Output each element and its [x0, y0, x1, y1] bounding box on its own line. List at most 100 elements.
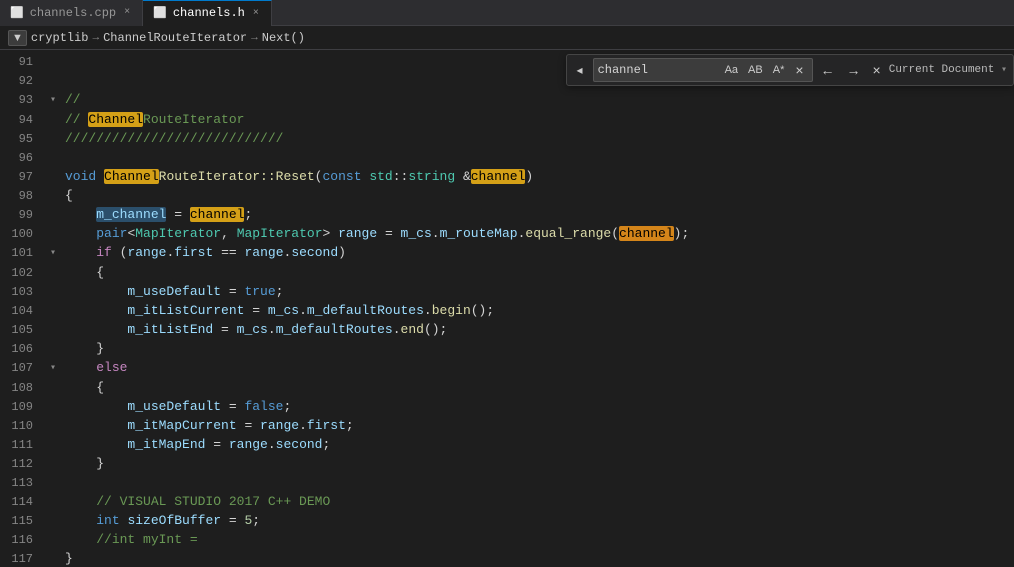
find-scope-label: Current Document ▾	[889, 64, 1007, 76]
editor-main: ◂ Aa AB A* × ← → × Current Document ▾	[0, 50, 1014, 567]
line-content: if (range.first == range.second)	[61, 243, 1014, 263]
fold-indicator[interactable]: ▾	[45, 90, 61, 110]
line-number: 103	[0, 282, 45, 301]
line-content: // VISUAL STUDIO 2017 C++ DEMO	[61, 492, 1014, 511]
line-content: // ChannelRouteIterator	[61, 110, 1014, 129]
line-number: 92	[0, 71, 45, 90]
table-row: 105 m_itListEnd = m_cs.m_defaultRoutes.e…	[0, 320, 1014, 339]
line-number: 96	[0, 148, 45, 167]
breadcrumb-file-label: cryptlib	[31, 31, 89, 45]
line-content: {	[61, 378, 1014, 397]
line-content: m_useDefault = false;	[61, 397, 1014, 416]
fold-indicator	[45, 148, 61, 167]
code-scroll[interactable]: 91 92 93 ▾ // 94	[0, 50, 1014, 567]
cpp-file-icon: ⬜	[10, 6, 24, 20]
breadcrumb-class[interactable]: ChannelRouteIterator	[103, 31, 247, 45]
breadcrumb-sep1: →	[93, 32, 100, 44]
line-number: 91	[0, 52, 45, 71]
find-match-case-button[interactable]: Aa	[722, 63, 741, 77]
line-number: 116	[0, 530, 45, 549]
fold-indicator	[45, 71, 61, 90]
find-next-nav-button[interactable]: →	[843, 61, 865, 79]
table-row: 107 ▾ else	[0, 358, 1014, 378]
tab-close-cpp[interactable]: ×	[122, 6, 132, 19]
line-number: 95	[0, 129, 45, 148]
fold-indicator	[45, 129, 61, 148]
table-row: 110 m_itMapCurrent = range.first;	[0, 416, 1014, 435]
table-row: 109 m_useDefault = false;	[0, 397, 1014, 416]
line-number: 113	[0, 473, 45, 492]
fold-indicator	[45, 492, 61, 511]
table-row: 114 // VISUAL STUDIO 2017 C++ DEMO	[0, 492, 1014, 511]
table-row: 116 //int myInt =	[0, 530, 1014, 549]
table-row: 102 {	[0, 263, 1014, 282]
line-number: 108	[0, 378, 45, 397]
line-content: }	[61, 549, 1014, 567]
find-scope-arrow[interactable]: ▾	[1001, 65, 1007, 76]
fold-indicator	[45, 435, 61, 454]
find-input-container: Aa AB A* ×	[593, 58, 813, 82]
table-row: 104 m_itListCurrent = m_cs.m_defaultRout…	[0, 301, 1014, 320]
line-number: 107	[0, 358, 45, 378]
fold-indicator	[45, 52, 61, 71]
table-row: 113	[0, 473, 1014, 492]
line-content: }	[61, 454, 1014, 473]
line-content: //int myInt =	[61, 530, 1014, 549]
line-number: 110	[0, 416, 45, 435]
breadcrumb-sep2: →	[251, 32, 258, 44]
fold-indicator[interactable]: ▾	[45, 243, 61, 263]
find-regex-button[interactable]: A*	[770, 63, 788, 77]
breadcrumb-method-label: Next()	[262, 31, 305, 45]
line-number: 105	[0, 320, 45, 339]
table-row: 108 {	[0, 378, 1014, 397]
fold-indicator	[45, 397, 61, 416]
line-content: m_itListEnd = m_cs.m_defaultRoutes.end()…	[61, 320, 1014, 339]
table-row: 100 pair<MapIterator, MapIterator> range…	[0, 224, 1014, 243]
line-number: 117	[0, 549, 45, 567]
breadcrumb-bar: ▼ cryptlib → ChannelRouteIterator → Next…	[0, 26, 1014, 50]
line-number: 111	[0, 435, 45, 454]
line-number: 101	[0, 243, 45, 263]
breadcrumb-method[interactable]: Next()	[262, 31, 305, 45]
line-number: 106	[0, 339, 45, 358]
find-input[interactable]	[598, 63, 718, 77]
fold-indicator	[45, 454, 61, 473]
line-content: {	[61, 186, 1014, 205]
find-close-button[interactable]: ×	[791, 60, 807, 80]
line-content: m_channel = channel;	[61, 205, 1014, 224]
line-content: ////////////////////////////	[61, 129, 1014, 148]
table-row: 94 // ChannelRouteIterator	[0, 110, 1014, 129]
fold-indicator	[45, 301, 61, 320]
line-content: //	[61, 90, 1014, 110]
table-row: 115 int sizeOfBuffer = 5;	[0, 511, 1014, 530]
fold-indicator	[45, 549, 61, 567]
table-row: 103 m_useDefault = true;	[0, 282, 1014, 301]
tab-label-h: channels.h	[173, 6, 245, 20]
tab-close-h[interactable]: ×	[251, 7, 261, 20]
line-content: pair<MapIterator, MapIterator> range = m…	[61, 224, 1014, 243]
find-prev-button[interactable]: ◂	[573, 62, 587, 78]
line-number: 98	[0, 186, 45, 205]
line-content: {	[61, 263, 1014, 282]
line-content: int sizeOfBuffer = 5;	[61, 511, 1014, 530]
find-prev-nav-button[interactable]: ←	[817, 61, 839, 79]
fold-indicator	[45, 282, 61, 301]
line-number: 114	[0, 492, 45, 511]
tab-channels-h[interactable]: ⬜ channels.h ×	[143, 0, 272, 26]
fold-indicator	[45, 320, 61, 339]
breadcrumb-dropdown[interactable]: ▼	[8, 30, 27, 46]
table-row: 98 {	[0, 186, 1014, 205]
line-number: 109	[0, 397, 45, 416]
line-content: else	[61, 358, 1014, 378]
code-lines: 91 92 93 ▾ // 94	[0, 52, 1014, 567]
find-dismiss-button[interactable]: ×	[869, 60, 885, 80]
find-whole-word-button[interactable]: AB	[745, 63, 766, 77]
fold-indicator	[45, 263, 61, 282]
table-row: 101 ▾ if (range.first == range.second)	[0, 243, 1014, 263]
tab-channels-cpp[interactable]: ⬜ channels.cpp ×	[0, 0, 143, 26]
tab-bar: ⬜ channels.cpp × ⬜ channels.h ×	[0, 0, 1014, 26]
line-number: 104	[0, 301, 45, 320]
line-content: m_useDefault = true;	[61, 282, 1014, 301]
breadcrumb-file[interactable]: cryptlib	[31, 31, 89, 45]
fold-indicator[interactable]: ▾	[45, 358, 61, 378]
